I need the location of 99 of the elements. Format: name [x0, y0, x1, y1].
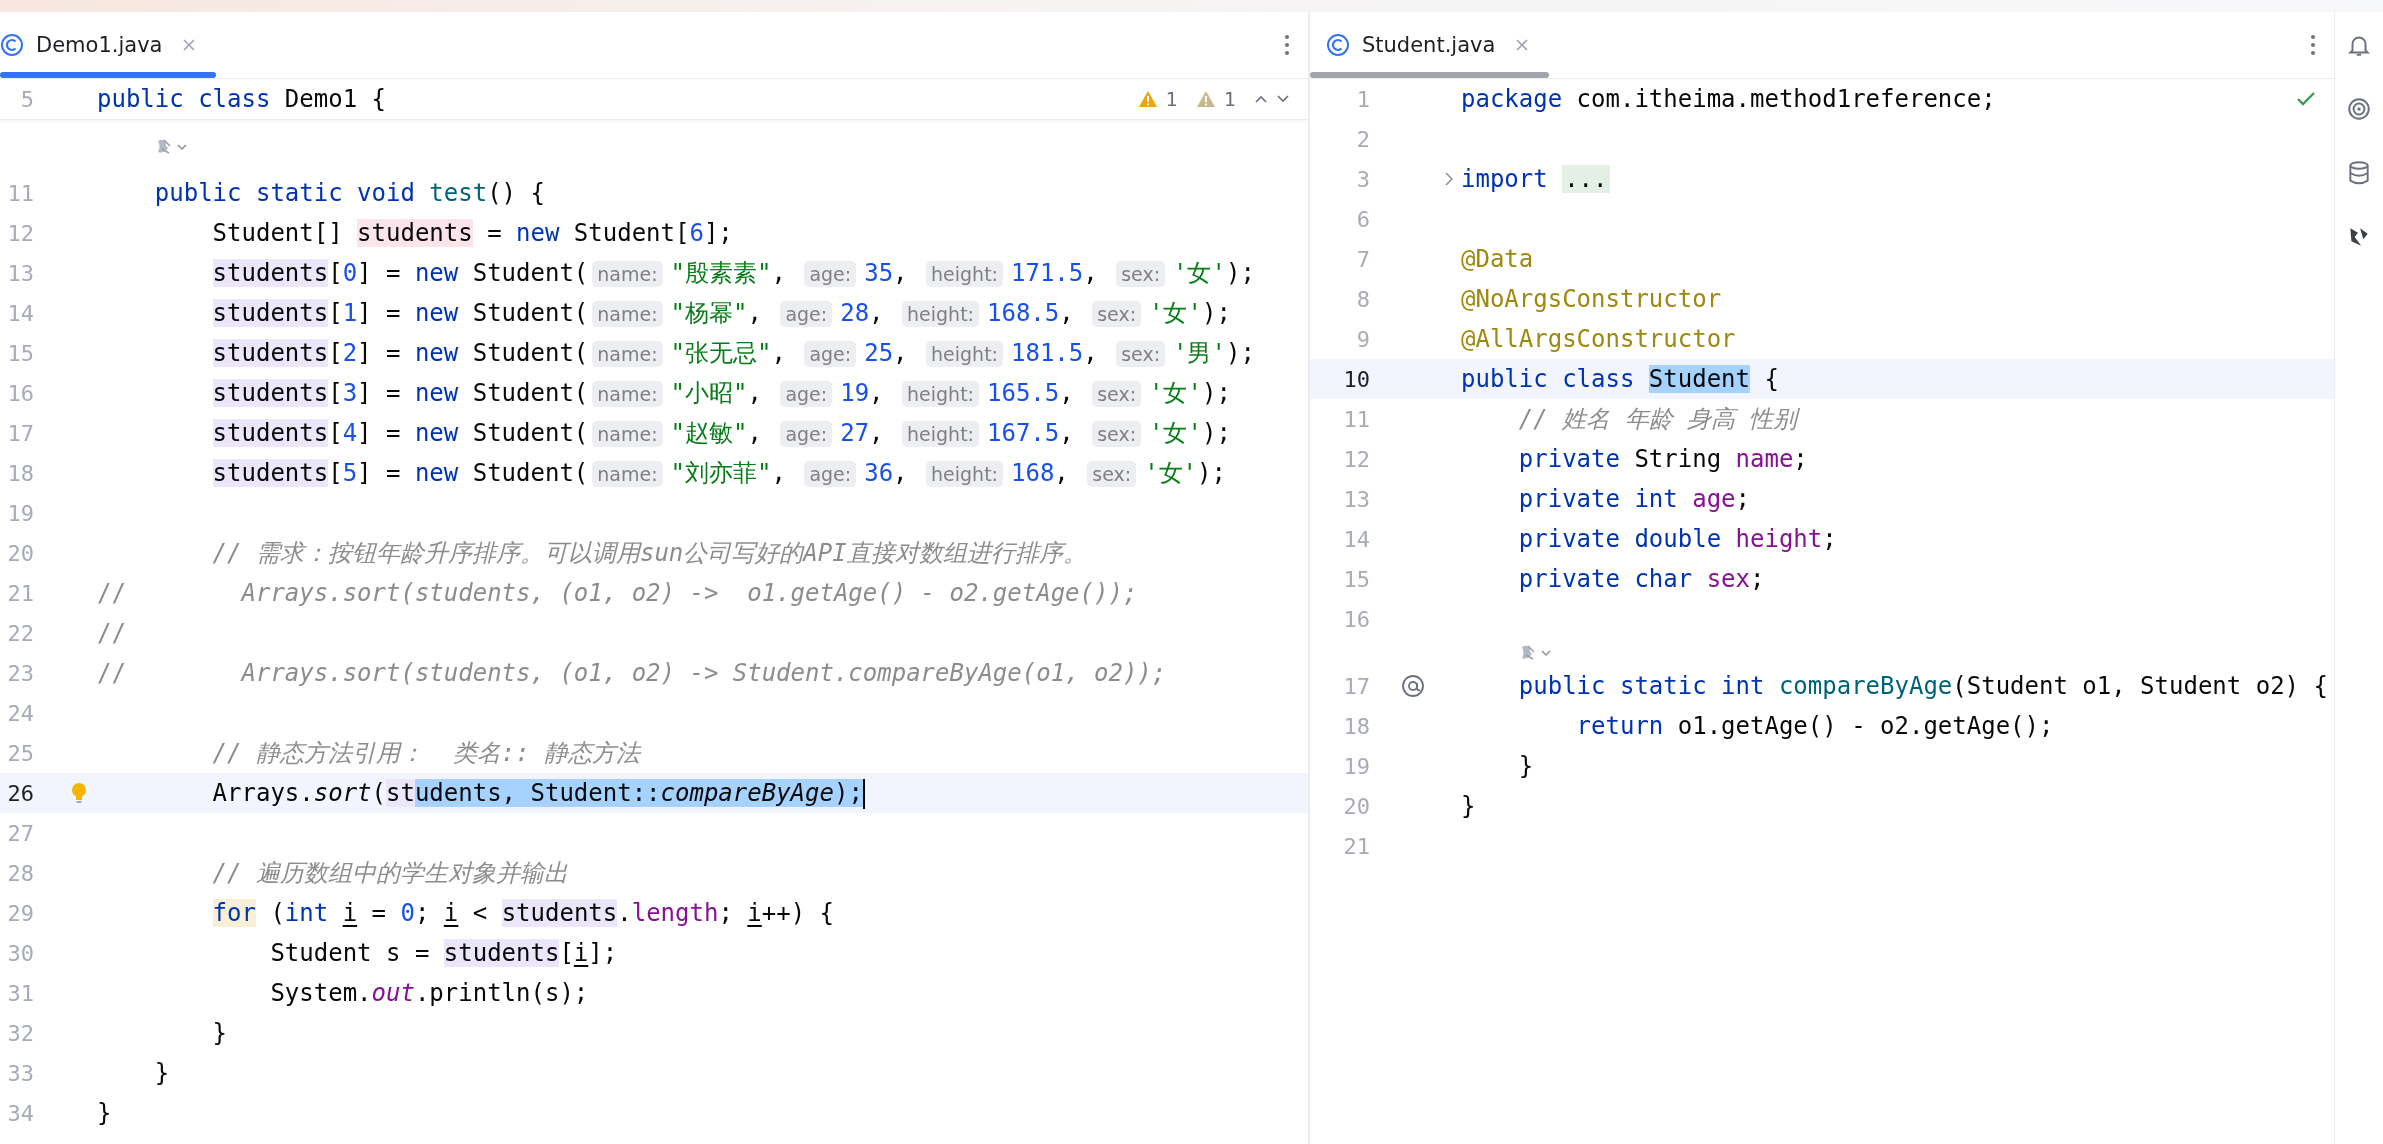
line-number: 19	[6, 500, 35, 526]
code-line: package com.itheima.method1reference;	[1461, 84, 1997, 115]
code-line: public class Demo1 {	[97, 84, 387, 115]
line-number: 5	[19, 86, 35, 112]
line-number: 14	[6, 300, 35, 326]
close-icon[interactable]	[1515, 38, 1530, 52]
line-number: 15	[6, 340, 35, 366]
code-line: }	[1517, 751, 1535, 782]
code-line: @NoArgsConstructor	[1461, 284, 1723, 315]
line-number: 8	[1355, 286, 1371, 312]
line-number: 23	[6, 660, 35, 686]
line-number: 13	[6, 260, 35, 286]
more-icon[interactable]	[2310, 33, 2316, 57]
line-number: 32	[6, 1020, 35, 1046]
code-line: Student s = students[i];	[269, 938, 619, 969]
close-icon[interactable]	[182, 38, 197, 52]
line-number: 29	[6, 900, 35, 926]
line-number: 12	[6, 220, 35, 246]
code-line: System.out.println(s);	[269, 978, 590, 1009]
line-number: 11	[1342, 406, 1371, 432]
line-number: 27	[6, 820, 35, 846]
editor-tab[interactable]: Student.java	[1310, 12, 1550, 78]
code-line: students[5] = new Student( name: "刘亦菲", age: 36, height: 168, sex: '女');	[211, 458, 1227, 489]
code-line: // Arrays.sort(students, (o1, o2) -> o1.getAge() - o2.getAge());	[97, 578, 1139, 609]
tab-label: Student.java	[1362, 33, 1496, 57]
line-number: 26	[6, 780, 35, 806]
code-line: private double height;	[1517, 524, 1838, 555]
class-icon	[0, 33, 24, 57]
line-number: 3	[1355, 166, 1371, 192]
code-line: }	[1461, 791, 1477, 822]
code-line: students[3] = new Student( name: "小昭", age: 19, height: 165.5, sex: '女');	[211, 378, 1232, 409]
implemented-icon[interactable]	[1401, 674, 1425, 698]
code-line: private char sex;	[1517, 564, 1766, 595]
line-number: 18	[6, 460, 35, 486]
line-number: 25	[6, 740, 35, 766]
line-number: 20	[1342, 793, 1371, 819]
class-icon	[1326, 33, 1350, 57]
code-line: students[4] = new Student( name: "赵敏", age: 27, height: 167.5, sex: '女');	[211, 418, 1232, 449]
line-number: 15	[1342, 566, 1371, 592]
code-line: students[1] = new Student( name: "杨幂", age: 28, height: 168.5, sex: '女');	[211, 298, 1232, 329]
line-number: 30	[6, 940, 35, 966]
code-line: public static int compareByAge(Student o1, Student o2) {	[1517, 671, 2329, 702]
code-line: // 遍历数组中的学生对象并输出	[211, 858, 569, 889]
line-number: 6	[1355, 206, 1371, 232]
checkmark-icon[interactable]	[2296, 91, 2316, 107]
line-number: 7	[1355, 246, 1371, 272]
code-line: @AllArgsConstructor	[1461, 324, 1737, 355]
line-number: 19	[1342, 753, 1371, 779]
warning-count: 1	[1223, 88, 1236, 110]
previous-icon[interactable]	[1254, 94, 1268, 104]
more-icon[interactable]	[1284, 33, 1290, 57]
line-number: 17	[1342, 673, 1371, 699]
code-line: // 姓名 年龄 身高 性别	[1517, 404, 1801, 435]
code-line: //	[97, 618, 127, 649]
code-line: Student[] students = new Student[6];	[211, 218, 734, 249]
editor-tab[interactable]: Demo1.java	[0, 12, 217, 78]
code-line: import ...	[1461, 164, 1611, 195]
line-number: 16	[1342, 606, 1371, 632]
line-number: 17	[6, 420, 35, 446]
database-icon[interactable]	[2346, 160, 2372, 186]
code-line: @Data	[1461, 244, 1535, 275]
line-number: 13	[1342, 486, 1371, 512]
tab-label: Demo1.java	[36, 33, 163, 57]
line-number: 18	[1342, 713, 1371, 739]
code-line: private int age;	[1517, 484, 1751, 515]
line-number: 21	[6, 580, 35, 606]
next-icon[interactable]	[1276, 94, 1290, 104]
line-number: 14	[1342, 526, 1371, 552]
line-number: 10	[1342, 366, 1371, 392]
code-line: for (int i = 0; i < students.length; i++) {	[211, 898, 835, 929]
code-line: }	[211, 1018, 229, 1049]
code-line: // Arrays.sort(students, (o1, o2) -> Student.compareByAge(o1, o2));	[97, 658, 1168, 689]
line-number: 9	[1355, 326, 1371, 352]
code-line: return o1.getAge() - o2.getAge();	[1575, 711, 2055, 742]
code-line: }	[97, 1098, 113, 1129]
line-number: 21	[1342, 833, 1371, 859]
line-number: 34	[6, 1100, 35, 1126]
code-line: // 静态方法引用： 类名:: 静态方法	[211, 738, 643, 769]
line-number: 24	[6, 700, 35, 726]
expand-icon[interactable]	[1444, 171, 1454, 187]
code-line: students[0] = new Student( name: "殷素素", age: 35, height: 171.5, sex: '女');	[211, 258, 1256, 289]
line-number: 22	[6, 620, 35, 646]
code-line: // 需求：按钮年龄升序排序。可以调用sun公司写好的API直接对数组进行排序。	[211, 538, 1088, 569]
code-line: students[2] = new Student( name: "张无忌", age: 25, height: 181.5, sex: '男');	[211, 338, 1256, 369]
line-number: 28	[6, 860, 35, 886]
author-icon[interactable]	[1519, 642, 1553, 663]
line-number: 31	[6, 980, 35, 1006]
code-line: }	[153, 1058, 171, 1089]
line-number: 2	[1355, 126, 1371, 152]
author-icon[interactable]	[155, 136, 189, 157]
code-line: private String name;	[1517, 444, 1809, 475]
line-number: 1	[1355, 86, 1371, 112]
line-number: 20	[6, 540, 35, 566]
code-line: public static void test() {	[153, 178, 546, 209]
line-number: 11	[6, 180, 35, 206]
line-number: 33	[6, 1060, 35, 1086]
line-number: 16	[6, 380, 35, 406]
warning-count: 1	[1165, 88, 1178, 110]
line-number: 12	[1342, 446, 1371, 472]
